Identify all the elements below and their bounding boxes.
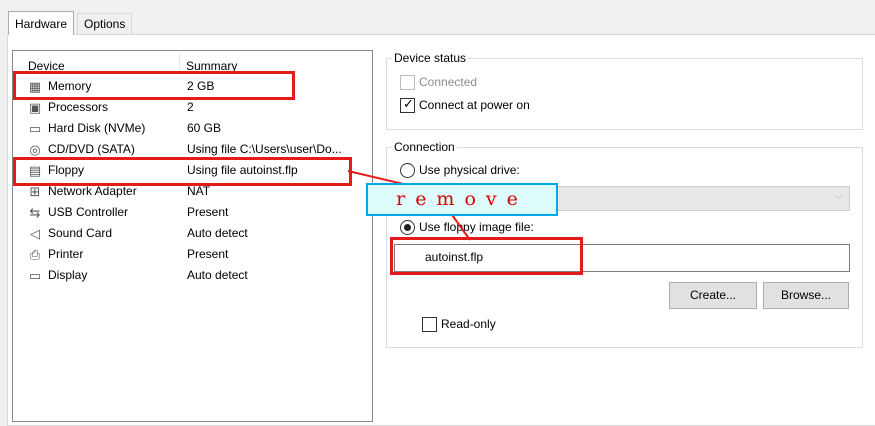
- tab-hardware[interactable]: Hardware: [8, 11, 75, 35]
- highlight-memory: [13, 71, 295, 100]
- highlight-floppy-path: [390, 237, 583, 275]
- highlight-floppy: [13, 157, 352, 186]
- remove-note: remove: [366, 183, 558, 216]
